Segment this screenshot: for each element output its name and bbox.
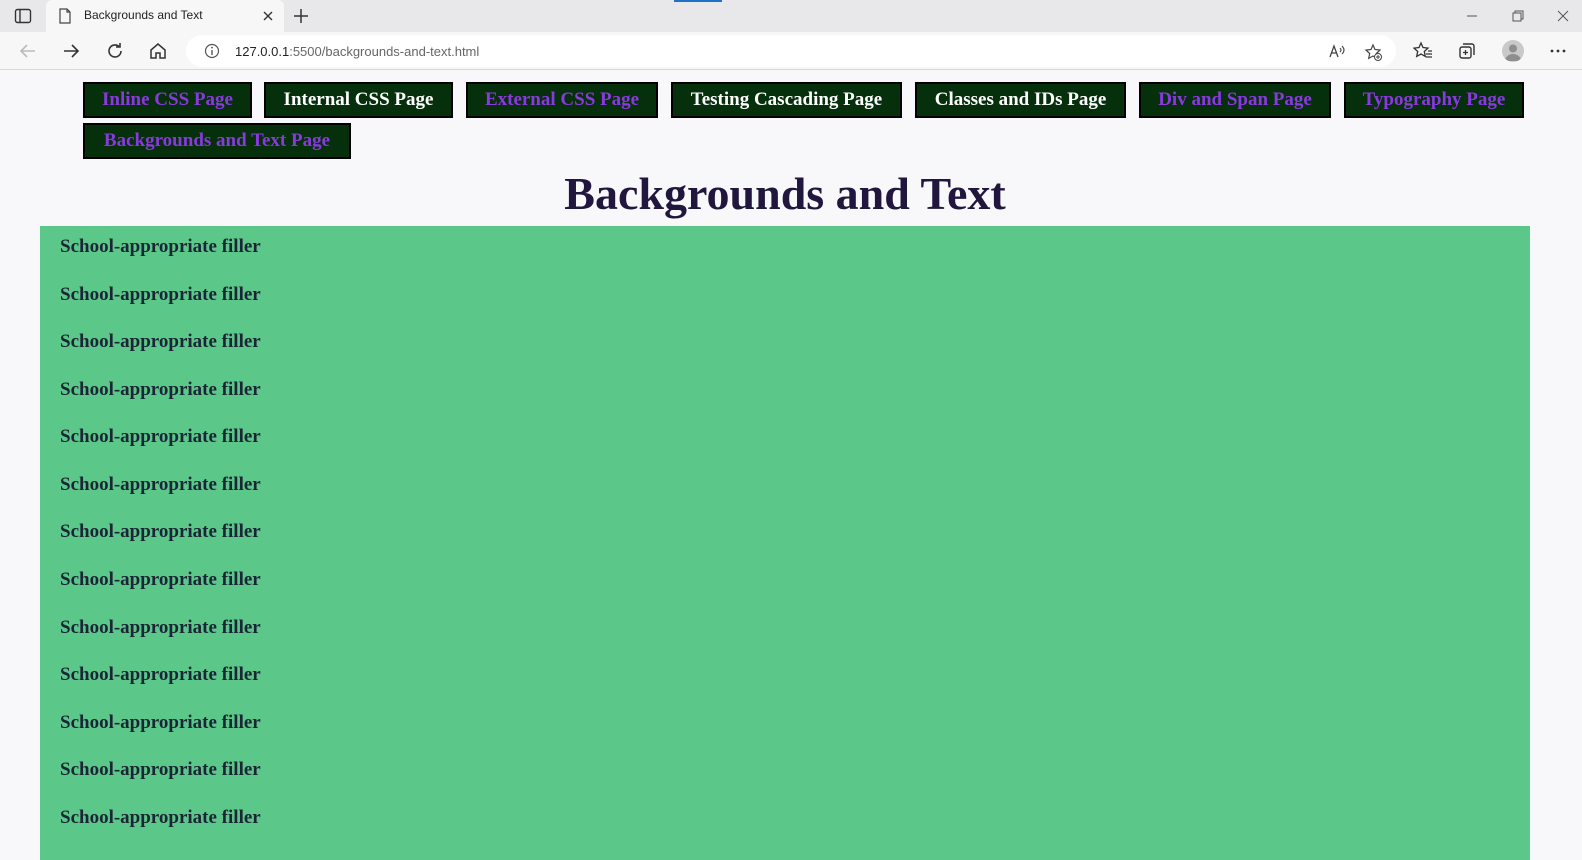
- minimize-icon[interactable]: [1464, 8, 1480, 24]
- arrow-left-icon[interactable]: [18, 41, 38, 61]
- filler-paragraph: School-appropriate filler: [60, 617, 261, 638]
- nav-link-backgrounds-text[interactable]: Backgrounds and Text Page: [83, 123, 351, 159]
- filler-paragraph: School-appropriate filler: [60, 807, 261, 828]
- url-host: 127.0.0.1: [235, 44, 290, 59]
- profile-avatar[interactable]: [1502, 40, 1524, 62]
- page-icon: [59, 8, 71, 24]
- home-icon[interactable]: [148, 41, 168, 61]
- filler-paragraph: School-appropriate filler: [60, 759, 261, 780]
- filler-paragraph: School-appropriate filler: [60, 236, 261, 257]
- favorites-icon[interactable]: [1413, 41, 1433, 61]
- refresh-icon[interactable]: [105, 41, 125, 61]
- browser-tab[interactable]: Backgrounds and Text: [46, 0, 284, 32]
- nav-link-div-span[interactable]: Div and Span Page: [1139, 82, 1331, 118]
- nav-link-classes-ids[interactable]: Classes and IDs Page: [915, 82, 1126, 118]
- filler-paragraph: School-appropriate filler: [60, 379, 261, 400]
- restore-icon[interactable]: [1510, 8, 1526, 24]
- filler-paragraph: School-appropriate filler: [60, 521, 261, 542]
- tab-bar: Backgrounds and Text: [0, 0, 1582, 32]
- window-close-icon[interactable]: [1555, 8, 1571, 24]
- star-plus-icon[interactable]: [1364, 43, 1382, 61]
- browser-toolbar: 127.0.0.1:5500/backgrounds-and-text.html: [0, 32, 1582, 70]
- collections-icon[interactable]: [1457, 41, 1477, 61]
- plus-icon[interactable]: [292, 7, 310, 25]
- tab-drag-indicator: [674, 0, 722, 2]
- close-icon[interactable]: [260, 8, 276, 24]
- filler-paragraph: School-appropriate filler: [60, 331, 261, 352]
- filler-paragraph: School-appropriate filler: [60, 426, 261, 447]
- person-icon: [1505, 44, 1521, 61]
- address-bar[interactable]: 127.0.0.1:5500/backgrounds-and-text.html: [186, 35, 1396, 67]
- read-aloud-icon[interactable]: [1328, 43, 1346, 61]
- content-section: School-appropriate filler School-appropr…: [40, 226, 1530, 860]
- nav-link-inline-css[interactable]: Inline CSS Page: [83, 82, 252, 118]
- url-text[interactable]: 127.0.0.1:5500/backgrounds-and-text.html: [235, 44, 479, 59]
- nav-link-typography[interactable]: Typography Page: [1344, 82, 1524, 118]
- filler-paragraph: School-appropriate filler: [60, 664, 261, 685]
- nav-link-testing-cascading[interactable]: Testing Cascading Page: [671, 82, 902, 118]
- filler-paragraph: School-appropriate filler: [60, 284, 261, 305]
- nav-link-external-css[interactable]: External CSS Page: [466, 82, 658, 118]
- page-title: Backgrounds and Text: [564, 168, 1006, 219]
- url-path: :5500/backgrounds-and-text.html: [289, 44, 480, 59]
- filler-paragraph: School-appropriate filler: [60, 712, 261, 733]
- filler-paragraph: School-appropriate filler: [60, 569, 261, 590]
- tab-title: Backgrounds and Text: [84, 8, 203, 22]
- ellipsis-icon[interactable]: [1548, 41, 1568, 61]
- arrow-right-icon[interactable]: [61, 41, 81, 61]
- tab-actions-icon[interactable]: [14, 8, 32, 24]
- filler-paragraph: School-appropriate filler: [60, 474, 261, 495]
- nav-link-internal-css[interactable]: Internal CSS Page: [264, 82, 453, 118]
- info-icon[interactable]: [204, 43, 220, 59]
